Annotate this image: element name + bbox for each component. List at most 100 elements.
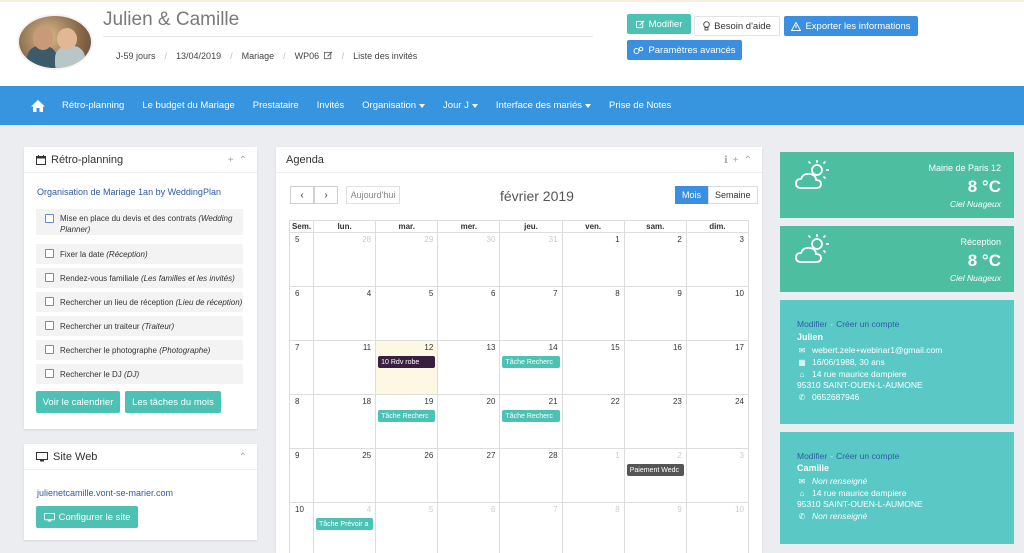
calendar-day-cell[interactable]: 8 [561, 286, 625, 341]
task-item[interactable]: Rechercher le DJ (DJ) [36, 364, 243, 384]
calendar-day-cell[interactable]: 11 [312, 340, 377, 395]
nav-item-invites[interactable]: Invités [317, 100, 344, 111]
modifier-link[interactable]: Modifier [797, 451, 827, 461]
calendar-day-cell[interactable]: 2 [623, 232, 687, 287]
checkbox[interactable] [45, 297, 54, 306]
calendar-day-cell[interactable]: 7 [499, 502, 563, 553]
task-item[interactable]: Rechercher le photographe (Photographe) [36, 340, 243, 360]
edit-icon[interactable] [323, 51, 333, 60]
nav-item-prestataire[interactable]: Prestataire [253, 100, 299, 111]
modifier-link[interactable]: Modifier [797, 319, 827, 329]
chevron-up-icon[interactable]: ⌃ [744, 155, 752, 166]
nav-item-jour-j[interactable]: Jour J [443, 100, 478, 111]
export-button[interactable]: Exporter les informations [784, 16, 918, 36]
chevron-up-icon[interactable]: ⌃ [239, 155, 247, 166]
calendar-event[interactable]: Tâche Recherc [378, 410, 436, 422]
checkbox[interactable] [45, 249, 54, 258]
task-item[interactable]: Rechercher un lieu de réception (Lieu de… [36, 292, 243, 312]
calendar-day-cell[interactable]: 25 [312, 448, 377, 503]
nav-item-organisation[interactable]: Organisation [362, 100, 426, 111]
checkbox[interactable] [45, 369, 54, 378]
calendar-day-cell[interactable]: 2 Paiement Wedc [623, 448, 687, 503]
month-tasks-button[interactable]: Les tâches du mois [125, 391, 221, 413]
calendar-day-cell[interactable]: 31 [499, 232, 563, 287]
calendar-day-cell[interactable]: 28 [312, 232, 377, 287]
calendar-day-cell[interactable]: 9 [623, 286, 687, 341]
calendar-day-cell[interactable]: 3 [685, 448, 750, 503]
calendar-day-cell[interactable]: 1 [561, 448, 625, 503]
calendar-day-cell[interactable]: 28 [499, 448, 563, 503]
nav-item-interface-maries[interactable]: Interface des mariés [496, 100, 591, 111]
calendar-day-cell[interactable]: 1 [561, 232, 625, 287]
calendar-day-cell[interactable]: 5 [375, 502, 439, 553]
calendar-day-cell[interactable]: 15 [561, 340, 625, 395]
calendar-day-cell[interactable]: 22 [561, 394, 625, 449]
calendar-day-cell[interactable]: 26 [375, 448, 439, 503]
calendar-day-cell[interactable]: 3 [685, 232, 750, 287]
calendar-day-cell[interactable]: 17 [685, 340, 750, 395]
calendar-day-cell[interactable]: 16 [623, 340, 687, 395]
plus-icon[interactable]: + [228, 155, 234, 166]
checkbox[interactable] [45, 273, 54, 282]
checkbox[interactable] [45, 345, 54, 354]
calendar-day-cell[interactable]: 4 [312, 286, 377, 341]
calendar-day-cell[interactable]: 7 [499, 286, 563, 341]
calendar-day-cell[interactable]: 6 [437, 502, 501, 553]
create-account-link[interactable]: Créer un compte [836, 319, 899, 329]
advanced-settings-button[interactable]: Paramètres avancés [627, 40, 742, 60]
nav-item-retro-planning[interactable]: Rétro-planning [62, 100, 124, 111]
calendar-day-cell[interactable]: 24 [685, 394, 750, 449]
view-week-button[interactable]: Semaine [708, 186, 758, 204]
calendar-day-cell[interactable]: 21 Tâche Recherc [499, 394, 563, 449]
calendar-day-cell[interactable]: 9 [623, 502, 687, 553]
task-item[interactable]: Rechercher un traiteur (Traiteur) [36, 316, 243, 336]
calendar-day-cell[interactable]: 4 Tâche Prévoir a [312, 502, 377, 553]
contact-phone[interactable]: 0652687946 [812, 392, 859, 402]
home-icon[interactable] [30, 99, 46, 113]
plus-icon[interactable]: + [733, 155, 739, 166]
calendar-day-cell[interactable]: 5 [375, 286, 439, 341]
calendar-event[interactable]: Tâche Recherc [502, 356, 560, 368]
checkbox[interactable] [45, 321, 54, 330]
calendar-event[interactable]: Tâche Recherc [502, 410, 560, 422]
nav-item-budget[interactable]: Le budget du Mariage [142, 100, 234, 111]
calendar-day-cell[interactable]: 30 [437, 232, 501, 287]
view-calendar-button[interactable]: Voir le calendrier [36, 391, 120, 413]
next-month-button[interactable]: › [314, 186, 338, 204]
nav-item-notes[interactable]: Prise de Notes [609, 100, 671, 111]
view-month-button[interactable]: Mois [675, 186, 709, 204]
task-item[interactable]: Rendez-vous familiale (Les familles et l… [36, 268, 243, 288]
create-account-link[interactable]: Créer un compte [836, 451, 899, 461]
modifier-button[interactable]: Modifier [627, 14, 691, 34]
checkbox[interactable] [45, 214, 54, 223]
prev-month-button[interactable]: ‹ [290, 186, 314, 204]
help-button[interactable]: Besoin d'aide [694, 16, 780, 36]
calendar-day-cell[interactable]: 18 [312, 394, 377, 449]
contact-email[interactable]: webert.zele+webinar1@gmail.com [812, 345, 942, 355]
configure-site-button[interactable]: Configurer le site [36, 506, 138, 528]
info-icon[interactable]: ℹ [724, 155, 728, 166]
calendar-day-cell[interactable]: 29 [375, 232, 439, 287]
today-button[interactable]: Aujourd'hui [346, 186, 400, 204]
crumb-code[interactable]: WP06 [295, 51, 333, 61]
crumb-guest-list[interactable]: Liste des invités [353, 51, 417, 61]
calendar-day-cell[interactable]: 6 [437, 286, 501, 341]
calendar-event[interactable]: 10 Rdv robe [378, 356, 436, 368]
calendar-event[interactable]: Paiement Wedc [626, 464, 684, 476]
calendar-day-cell[interactable]: 12 10 Rdv robe [375, 340, 439, 395]
chevron-up-icon[interactable]: ⌃ [239, 452, 247, 463]
calendar-day-cell[interactable]: 19 Tâche Recherc [375, 394, 439, 449]
task-item[interactable]: Fixer la date (Réception) [36, 244, 243, 264]
calendar-day-cell[interactable]: 14 Tâche Recherc [499, 340, 563, 395]
website-url-link[interactable]: julienetcamille.vont-se-marier.com [37, 488, 173, 498]
calendar-day-cell[interactable]: 23 [623, 394, 687, 449]
planning-template-link[interactable]: Organisation de Mariage 1an by WeddingPl… [37, 187, 221, 197]
calendar-day-cell[interactable]: 20 [437, 394, 501, 449]
calendar-day-cell[interactable]: 13 [437, 340, 501, 395]
calendar-day-cell[interactable]: 27 [437, 448, 501, 503]
calendar-event[interactable]: Tâche Prévoir a [316, 518, 374, 530]
task-item[interactable]: Mise en place du devis et des contrats (… [36, 209, 243, 235]
calendar-day-cell[interactable]: 10 [685, 502, 750, 553]
calendar-day-cell[interactable]: 10 [685, 286, 750, 341]
calendar-day-cell[interactable]: 8 [561, 502, 625, 553]
